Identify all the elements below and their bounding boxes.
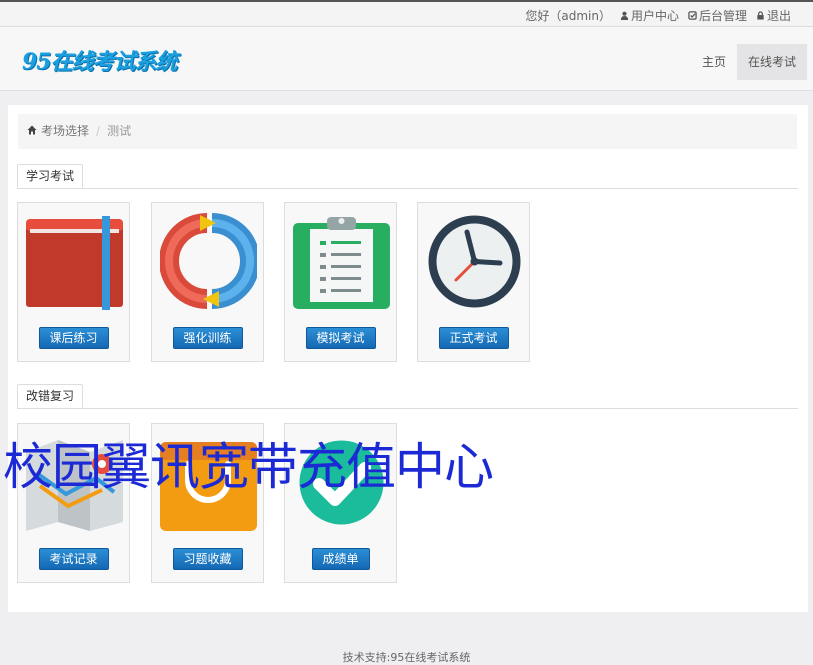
nav-home[interactable]: 主页 — [691, 44, 737, 80]
card-formal-exam[interactable]: 正式考试 — [417, 202, 530, 362]
main-nav: 主页 在线考试 — [691, 44, 807, 80]
card-intensive-training[interactable]: 强化训练 — [151, 202, 264, 362]
logout-link[interactable]: 退出 — [756, 7, 791, 24]
header: 95在线考试系统 主页 在线考试 — [0, 27, 813, 91]
tab-study-exam[interactable]: 学习考试 — [17, 164, 84, 188]
breadcrumb: 考场选择 / 测试 — [18, 114, 797, 149]
edit-check-icon — [688, 11, 697, 20]
home-icon — [27, 114, 41, 149]
user-center-link[interactable]: 用户中心 — [620, 7, 679, 24]
refresh-arrows-icon — [160, 213, 257, 309]
top-links: 您好（admin） 用户中心 后台管理 退出 — [525, 7, 791, 24]
intensive-training-button[interactable]: 强化训练 — [172, 327, 243, 349]
book-icon — [26, 216, 123, 310]
top-bar: 您好（admin） 用户中心 后台管理 退出 — [0, 0, 813, 27]
formal-exam-button[interactable]: 正式考试 — [438, 327, 509, 349]
exam-records-button[interactable]: 考试记录 — [38, 548, 109, 570]
site-logo[interactable]: 95在线考试系统 — [22, 44, 178, 76]
main-panel: 考场选择 / 测试 学习考试 课后练习 强化训练 模拟考试 正式考试 改错复习 … — [8, 105, 808, 612]
lock-icon — [757, 11, 764, 20]
tab-error-review[interactable]: 改错复习 — [17, 384, 84, 408]
user-icon — [620, 11, 629, 20]
section-divider — [17, 188, 798, 189]
after-class-practice-button[interactable]: 课后练习 — [38, 327, 109, 349]
footer: 技术支持:95在线考试系统 — [342, 651, 471, 664]
question-favorites-button[interactable]: 习题收藏 — [172, 548, 243, 570]
clipboard-icon — [293, 217, 390, 309]
card-mock-exam[interactable]: 模拟考试 — [284, 202, 397, 362]
breadcrumb-home[interactable]: 考场选择 — [41, 114, 89, 149]
overlay-text: 校园翼讯宽带充值中心 — [3, 438, 494, 496]
greeting-text: 您好（admin） — [525, 9, 611, 23]
mock-exam-button[interactable]: 模拟考试 — [305, 327, 376, 349]
card-after-class-practice[interactable]: 课后练习 — [17, 202, 130, 362]
transcript-button[interactable]: 成绩单 — [311, 548, 370, 570]
breadcrumb-separator: / — [96, 124, 101, 138]
nav-online-exam[interactable]: 在线考试 — [736, 44, 807, 80]
section-divider — [17, 408, 798, 409]
breadcrumb-current: 测试 — [107, 124, 132, 138]
admin-link[interactable]: 后台管理 — [688, 7, 747, 24]
clock-icon — [428, 215, 521, 308]
